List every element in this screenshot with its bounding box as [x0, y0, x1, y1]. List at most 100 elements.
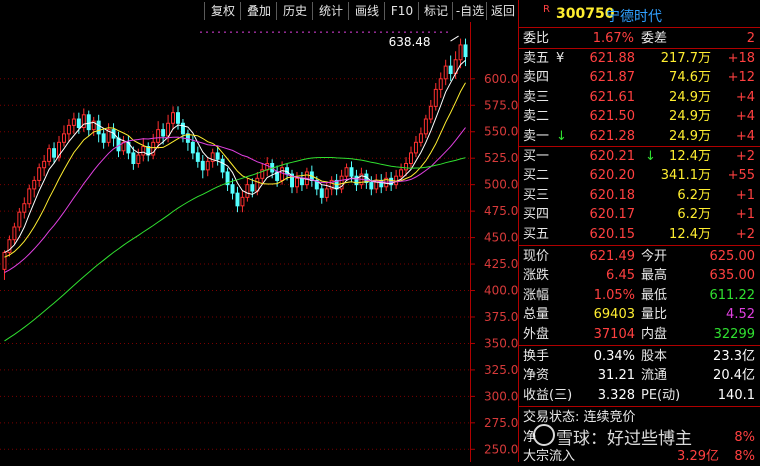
toolbar-button-5[interactable]: F10 [384, 2, 419, 20]
candle [2, 251, 7, 270]
stat-value: 37104 [593, 326, 635, 342]
candle [37, 167, 42, 181]
block-flow-label: 大宗流入 [523, 449, 576, 464]
ask-volume: 24.9万 [669, 109, 711, 125]
candle [12, 226, 17, 241]
candle [180, 122, 185, 135]
candle [166, 122, 171, 137]
ask-change: +12 [727, 70, 755, 86]
bid-change: +1 [735, 207, 755, 223]
candle [250, 184, 255, 192]
bid-label: 买五 [523, 226, 550, 242]
fund-label: 股本 [641, 349, 668, 364]
candle [423, 118, 428, 135]
candle [96, 120, 101, 135]
fund-label: 换手 [523, 349, 550, 364]
candle [86, 114, 91, 131]
divider [519, 27, 760, 28]
stat-label: 今开 [641, 249, 668, 264]
ask-volume: 24.9万 [669, 128, 711, 144]
ask-label: 卖二 [523, 109, 550, 125]
bid-row: 买五 620.15 12.4万 +2 [523, 225, 759, 244]
ask-label: 卖五 [523, 51, 550, 66]
stat-label: 外盘 [523, 326, 550, 342]
stat-value: 635.00 [709, 268, 756, 284]
candle [171, 112, 176, 124]
stat-value: 1.05% [593, 287, 635, 303]
toolbar-button-6[interactable]: 标记 [418, 2, 453, 20]
candle [409, 152, 413, 164]
stat-label: 最高 [641, 268, 668, 284]
toolbar-button-3[interactable]: 统计 [312, 2, 349, 20]
weicha-value: 2 [746, 31, 755, 46]
stat-label: 现价 [523, 249, 550, 264]
bid-mark: ↓ [645, 149, 656, 164]
candle [205, 160, 210, 171]
fund-value: 23.3亿 [713, 349, 755, 364]
y-tick-label: 300.0 [484, 389, 518, 403]
stat-value: 69403 [593, 307, 635, 323]
y-tick-label: 275.0 [484, 416, 518, 430]
ask-change: +18 [727, 51, 755, 66]
candle [61, 133, 66, 143]
fund-label: 收益(三) [523, 387, 573, 403]
candle [190, 141, 195, 154]
ask-row: 卖五 ¥621.88 217.7万 +18 [523, 49, 759, 68]
bid-volume: 12.4万 [669, 226, 711, 242]
webi-row: 委比 1.67% 委差 2 [523, 29, 759, 48]
bid-price: 620.21 [589, 149, 636, 164]
ma-line-ma20 [4, 127, 466, 273]
candle [141, 146, 146, 156]
divider [519, 245, 760, 246]
bid-volume: 6.2万 [677, 187, 711, 203]
chart-toolbar: 复权 叠加 历史 统计 画线 F10 标记 -自选 返回 [0, 0, 518, 22]
ask-change: +4 [735, 89, 755, 105]
candle [136, 154, 141, 164]
bid-label: 买三 [523, 187, 550, 203]
bid-label: 买一 [523, 149, 550, 164]
webi-label: 委比 [523, 31, 550, 46]
candle [52, 148, 57, 158]
candle [101, 133, 106, 143]
stat-label: 总量 [523, 307, 550, 323]
candle [369, 182, 374, 190]
candle [349, 167, 354, 177]
fund-value: 3.328 [597, 387, 635, 403]
ask-change: +4 [735, 109, 755, 125]
fund-value: 140.1 [717, 387, 755, 403]
stat-row: 涨幅 1.05% 最低 611.22 [523, 286, 759, 305]
bid-price: 620.20 [589, 168, 636, 184]
stat-value: 4.52 [726, 307, 755, 323]
y-tick-label: 450.0 [484, 231, 518, 245]
bid-volume: 12.4万 [669, 149, 711, 164]
toolbar-button-0[interactable]: 复权 [204, 2, 241, 20]
fund-row: 换手 0.34% 股本 23.3亿 [523, 347, 759, 366]
toolbar-button-8[interactable]: 返回 [486, 2, 519, 20]
candle [161, 129, 166, 137]
candle [428, 105, 433, 120]
weicha-label: 委差 [641, 31, 668, 46]
max-price-label: 638.48 [389, 35, 431, 49]
toolbar-button-1[interactable]: 叠加 [240, 2, 277, 20]
toolbar-button-2[interactable]: 历史 [276, 2, 313, 20]
candle [76, 118, 81, 129]
stat-value: 625.00 [709, 249, 756, 264]
ask-row: 卖四 621.87 74.6万 +12 [523, 68, 759, 87]
candle [463, 44, 468, 58]
toolbar-button-7[interactable]: -自选 [452, 2, 487, 20]
toolbar-button-4[interactable]: 画线 [348, 2, 385, 20]
y-tick-label: 325.0 [484, 363, 518, 377]
stat-row: 总量 69403 量比 4.52 [523, 305, 759, 324]
y-tick-label: 525.0 [484, 151, 518, 165]
ask-volume: 217.7万 [660, 51, 711, 66]
candle [299, 177, 304, 186]
candle [22, 203, 27, 213]
stat-row: 外盘 37104 内盘 32299 [523, 325, 759, 344]
kline-chart[interactable]: 600.0 575.0 550.0 525.0 500.0 475.0 450.0 425.0… [0, 22, 518, 462]
divider [519, 345, 760, 346]
fund-value: 20.4亿 [713, 368, 755, 384]
webi-value: 1.67% [592, 31, 634, 46]
ask-row: 卖三 621.61 24.9万 +4 [523, 88, 759, 107]
bid-row: 买三 620.18 6.2万 +1 [523, 186, 759, 205]
fund-row: 收益(三) 3.328 PE(动) 140.1 [523, 386, 759, 405]
